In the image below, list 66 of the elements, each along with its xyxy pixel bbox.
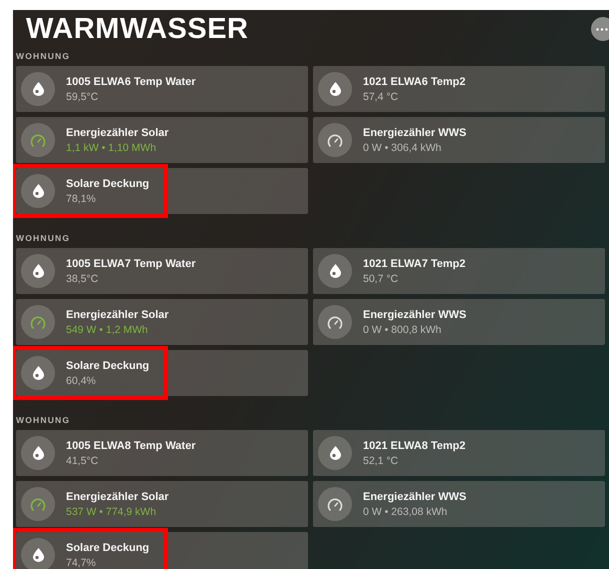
entity-value: 0 W • 306,4 kWh bbox=[363, 142, 442, 154]
section-label: WOHNUNG bbox=[16, 232, 72, 245]
entity-name: Solare Deckung bbox=[66, 178, 150, 190]
entity-tile[interactable]: Energiezähler WWS 0 W • 306,4 kWh bbox=[313, 117, 605, 163]
entity-name: 1021 ELWA6 Temp2 bbox=[363, 76, 466, 88]
entity-tile[interactable]: 1021 ELWA8 Temp2 52,1 °C bbox=[313, 430, 605, 476]
entity-tile[interactable]: 1021 ELWA7 Temp2 50,7 °C bbox=[313, 248, 605, 294]
water-drop-icon bbox=[32, 82, 44, 96]
gauge-icon bbox=[30, 134, 46, 146]
entity-value: 74,7% bbox=[66, 556, 97, 568]
entity-name: 1021 ELWA8 Temp2 bbox=[363, 440, 466, 452]
entity-tile[interactable]: Energiezähler WWS 0 W • 263,08 kWh bbox=[313, 481, 605, 527]
water-drop-icon bbox=[330, 446, 340, 460]
entity-name: Energiezähler Solar bbox=[66, 490, 169, 502]
page-title: WARMWASSER bbox=[26, 12, 248, 46]
water-drop-icon bbox=[32, 184, 44, 198]
entity-value: 50,7 °C bbox=[363, 272, 400, 284]
water-drop-icon bbox=[32, 446, 44, 460]
entity-tile[interactable]: Solare Deckung 60,4% bbox=[16, 350, 308, 396]
entity-tile[interactable]: 1021 ELWA6 Temp2 57,4 °C bbox=[313, 66, 605, 112]
entity-name: Solare Deckung bbox=[66, 360, 150, 372]
entity-tile[interactable]: Solare Deckung 78,1% bbox=[16, 168, 308, 214]
water-drop-icon bbox=[32, 548, 44, 562]
entity-tile[interactable]: Energiezähler Solar 549 W • 1,2 MWh bbox=[16, 299, 308, 345]
entity-name: 1005 ELWA6 Temp Water bbox=[66, 76, 196, 88]
entity-name: Energiezähler Solar bbox=[66, 308, 169, 320]
entity-tile[interactable]: 1005 ELWA8 Temp Water 41,5°C bbox=[16, 430, 308, 476]
gauge-icon bbox=[30, 498, 46, 510]
section-label: WOHNUNG bbox=[16, 414, 72, 427]
entity-tile[interactable]: 1005 ELWA7 Temp Water 38,5°C bbox=[16, 248, 308, 294]
entity-value: 60,4% bbox=[66, 374, 97, 386]
entity-value: 549 W • 1,2 MWh bbox=[66, 324, 149, 336]
more-button[interactable] bbox=[591, 17, 609, 41]
entity-value: 38,5°C bbox=[66, 272, 100, 284]
entity-name: 1005 ELWA8 Temp Water bbox=[66, 440, 196, 452]
entity-name: Energiezähler WWS bbox=[363, 126, 466, 138]
entity-name: 1021 ELWA7 Temp2 bbox=[363, 258, 466, 270]
water-drop-icon bbox=[32, 264, 44, 278]
gauge-icon bbox=[327, 498, 343, 510]
gauge-icon bbox=[327, 134, 343, 146]
entity-tile[interactable]: Energiezähler WWS 0 W • 800,8 kWh bbox=[313, 299, 605, 345]
gauge-icon bbox=[30, 316, 46, 328]
water-drop-icon bbox=[32, 366, 44, 380]
entity-value: 1,1 kW • 1,10 MWh bbox=[66, 142, 158, 154]
entity-tile[interactable]: Energiezähler Solar 537 W • 774,9 kWh bbox=[16, 481, 308, 527]
entity-value: 57,4 °C bbox=[363, 90, 400, 102]
entity-name: Energiezähler WWS bbox=[363, 308, 466, 320]
entity-value: 78,1% bbox=[66, 192, 97, 204]
water-drop-icon bbox=[330, 264, 340, 278]
entity-value: 0 W • 800,8 kWh bbox=[363, 324, 442, 336]
entity-name: Energiezähler Solar bbox=[66, 126, 169, 138]
gauge-icon bbox=[327, 316, 343, 328]
entity-tile[interactable]: Solare Deckung 74,7% bbox=[16, 532, 308, 569]
entity-name: Solare Deckung bbox=[66, 542, 150, 554]
entity-name: Energiezähler WWS bbox=[363, 490, 466, 502]
entity-value: 537 W • 774,9 kWh bbox=[66, 506, 158, 518]
entity-value: 52,1 °C bbox=[363, 454, 400, 466]
section-label: WOHNUNG bbox=[16, 50, 72, 63]
water-drop-icon bbox=[330, 82, 340, 96]
entity-value: 0 W • 263,08 kWh bbox=[363, 506, 448, 518]
more-icon bbox=[596, 28, 608, 30]
entity-value: 41,5°C bbox=[66, 454, 100, 466]
entity-tile[interactable]: 1005 ELWA6 Temp Water 59,5°C bbox=[16, 66, 308, 112]
entity-tile[interactable]: Energiezähler Solar 1,1 kW • 1,10 MWh bbox=[16, 117, 308, 163]
entity-name: 1005 ELWA7 Temp Water bbox=[66, 258, 196, 270]
entity-value: 59,5°C bbox=[66, 90, 100, 102]
